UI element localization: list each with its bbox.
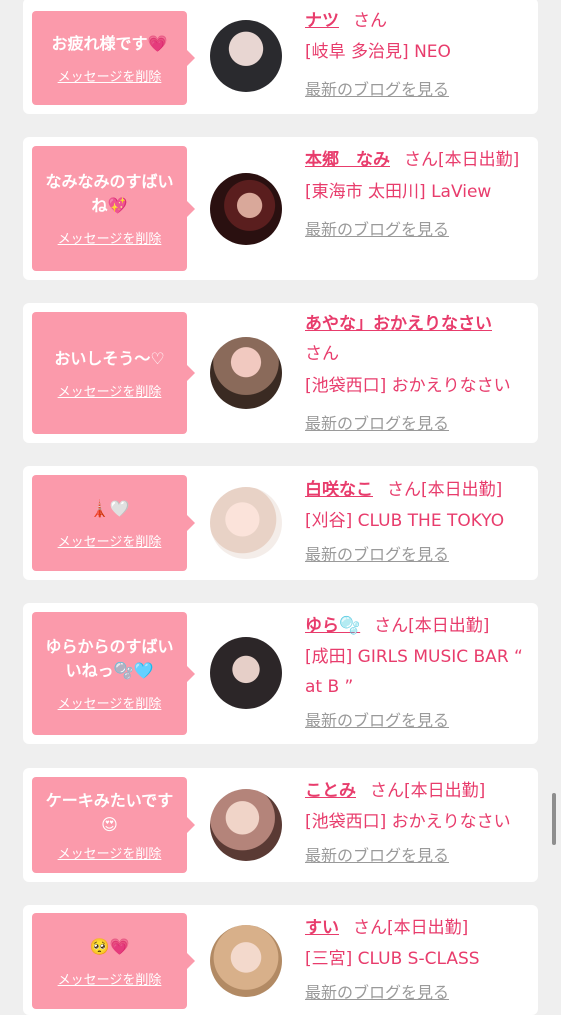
avatar[interactable] [210,487,282,559]
list-item: お疲れ様です💗 メッセージを削除 ナツ さん [岐阜 多治見] NEO 最新のブロ… [23,0,538,114]
shop-info: [池袋西口] おかえりなさい [305,376,511,396]
avatar[interactable] [210,789,282,861]
message-text: 🗼🤍 [89,498,130,518]
delete-message-link[interactable]: メッセージを削除 [58,843,162,862]
latest-blog-link[interactable]: 最新のブログを見る [305,706,535,736]
shop-info: [刈谷] CLUB THE TOKYO [305,511,505,531]
message-text: おいしそう〜♡ [54,348,165,368]
profile-info: ことみ さん[本日出勤] [池袋西口] おかえりなさい 最新のブログを見る [305,776,535,871]
list-item: ケーキみたいです😍 メッセージを削除 ことみ さん[本日出勤] [池袋西口] おか… [23,768,538,882]
honorific: さん [353,918,387,938]
profile-info: ナツ さん [岐阜 多治見] NEO 最新のブログを見る [305,6,535,105]
message-text: ケーキみたいです😍 [45,790,174,834]
list-item: なみなみのすばいね💖 メッセージを削除 本郷 なみ さん[本日出勤] [東海市 太… [23,137,538,280]
scrollbar[interactable] [552,793,556,845]
honorific: さん [370,781,404,801]
message-bubble: 🗼🤍 メッセージを削除 [32,475,195,571]
status-text: [本日出勤] [404,781,486,801]
profile-info: すい さん[本日出勤] [三宮] CLUB S-CLASS 最新のブログを見る [305,913,535,1008]
girl-name-link[interactable]: すい [305,918,339,938]
delete-message-link[interactable]: メッセージを削除 [58,969,162,988]
message-text: お疲れ様です💗 [51,33,168,53]
honorific: さん [353,11,387,31]
girl-name-link[interactable]: ことみ [305,781,356,801]
status-text: [本日出勤] [421,480,503,500]
profile-info: あやな」おかえりなさい さん [池袋西口] おかえりなさい 最新のブログを見る [305,309,535,439]
message-text: 🥺💗 [89,936,130,956]
delete-message-link[interactable]: メッセージを削除 [58,381,162,400]
latest-blog-link[interactable]: 最新のブログを見る [305,215,535,245]
delete-message-link[interactable]: メッセージを削除 [58,693,162,712]
latest-blog-link[interactable]: 最新のブログを見る [305,540,535,570]
avatar[interactable] [210,337,282,409]
message-bubble: おいしそう〜♡ メッセージを削除 [32,312,195,434]
shop-info: [成田] GIRLS MUSIC BAR “ at B ” [305,647,523,697]
delete-message-link[interactable]: メッセージを削除 [58,228,162,247]
latest-blog-link[interactable]: 最新のブログを見る [305,841,535,871]
message-text: ゆらからのすばいいねっ🫧🩵 [45,637,174,680]
latest-blog-link[interactable]: 最新のブログを見る [305,75,535,105]
avatar[interactable] [210,173,282,245]
honorific: さん [305,344,339,364]
profile-info: 本郷 なみ さん[本日出勤] [東海市 太田川] LaView 最新のブログを見る [305,145,535,245]
status-text: [本日出勤] [387,918,469,938]
girl-name-link[interactable]: 本郷 なみ [305,150,390,170]
shop-info: [三宮] CLUB S-CLASS [305,949,480,969]
profile-info: ゆら🫧 さん[本日出勤] [成田] GIRLS MUSIC BAR “ at B … [305,611,535,736]
girl-name-link[interactable]: ナツ [305,11,339,31]
message-bubble: なみなみのすばいね💖 メッセージを削除 [32,146,195,271]
avatar[interactable] [210,637,282,709]
message-bubble: ケーキみたいです😍 メッセージを削除 [32,777,195,873]
girl-name-link[interactable]: ゆら🫧 [305,616,360,636]
message-bubble: お疲れ様です💗 メッセージを削除 [32,11,195,105]
message-bubble: ゆらからのすばいいねっ🫧🩵 メッセージを削除 [32,612,195,735]
delete-message-link[interactable]: メッセージを削除 [58,531,162,550]
list-item: 🗼🤍 メッセージを削除 白咲なこ さん[本日出勤] [刈谷] CLUB THE T… [23,466,538,580]
list-item: おいしそう〜♡ メッセージを削除 あやな」おかえりなさい さん [池袋西口] おか… [23,303,538,443]
honorific: さん [387,480,421,500]
list-item: 🥺💗 メッセージを削除 すい さん[本日出勤] [三宮] CLUB S-CLASS… [23,905,538,1015]
message-text: なみなみのすばいね💖 [45,172,174,215]
message-bubble: 🥺💗 メッセージを削除 [32,913,195,1009]
avatar[interactable] [210,925,282,997]
status-text: [本日出勤] [438,150,520,170]
list-item: ゆらからのすばいいねっ🫧🩵 メッセージを削除 ゆら🫧 さん[本日出勤] [成田] … [23,603,538,744]
honorific: さん [374,616,409,636]
shop-info: [東海市 太田川] LaView [305,182,492,202]
status-text: [本日出勤] [408,616,490,636]
shop-info: [岐阜 多治見] NEO [305,42,451,62]
profile-info: 白咲なこ さん[本日出勤] [刈谷] CLUB THE TOKYO 最新のブログを… [305,475,535,570]
delete-message-link[interactable]: メッセージを削除 [58,66,162,85]
girl-name-link[interactable]: 白咲なこ [305,480,373,500]
avatar[interactable] [210,20,282,92]
honorific: さん [404,150,438,170]
shop-info: [池袋西口] おかえりなさい [305,812,511,832]
girl-name-link[interactable]: あやな」おかえりなさい [305,314,492,334]
latest-blog-link[interactable]: 最新のブログを見る [305,978,535,1008]
latest-blog-link[interactable]: 最新のブログを見る [305,409,535,439]
